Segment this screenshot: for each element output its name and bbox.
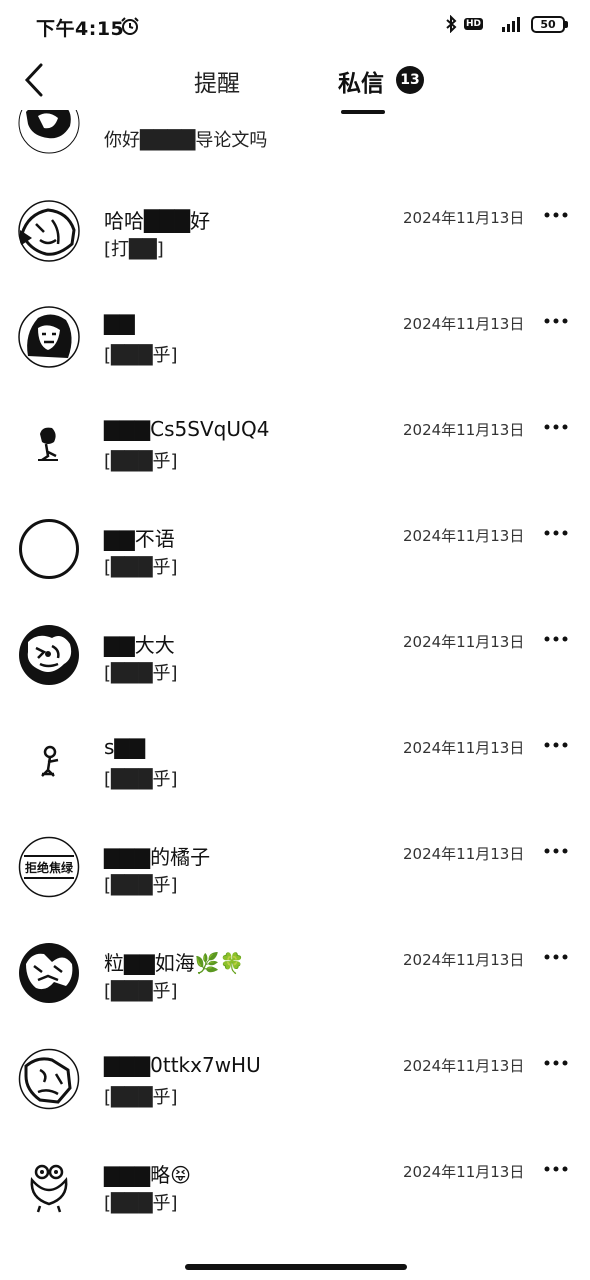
contact-name: 哈哈███好 bbox=[104, 209, 211, 233]
avatar bbox=[18, 518, 80, 580]
status-icons: HD 50 bbox=[445, 15, 568, 33]
alarm-icon bbox=[121, 17, 139, 35]
more-icon bbox=[544, 954, 568, 960]
more-icon bbox=[544, 1166, 568, 1172]
message-preview: [███乎] bbox=[104, 345, 178, 366]
contact-name: ▇▇不语 bbox=[104, 527, 175, 551]
avatar bbox=[18, 624, 80, 686]
message-date: 2024年11月13日 bbox=[403, 527, 525, 545]
contact-name: ▇▇ bbox=[104, 311, 135, 335]
more-options-button[interactable] bbox=[538, 942, 574, 972]
message-date: 2024年11月13日 bbox=[403, 1057, 525, 1075]
list-item[interactable]: 你好████导论文吗 bbox=[0, 110, 590, 160]
back-button[interactable] bbox=[14, 60, 54, 100]
avatar bbox=[18, 200, 80, 262]
avatar bbox=[18, 1154, 80, 1216]
chevron-left-icon bbox=[24, 63, 43, 97]
avatar bbox=[18, 730, 80, 792]
message-date: 2024年11月13日 bbox=[403, 209, 525, 227]
message-preview: [███乎] bbox=[104, 557, 178, 578]
more-options-button[interactable] bbox=[538, 1048, 574, 1078]
tab-direct-messages[interactable]: 私信 bbox=[338, 64, 384, 98]
list-item[interactable]: ▇▇大大 [███乎] 2024年11月13日 bbox=[0, 624, 590, 730]
contact-name: ▇▇▇0ttkx7wHU bbox=[104, 1053, 261, 1077]
more-options-button[interactable] bbox=[538, 1154, 574, 1184]
tab-remind[interactable]: 提醒 bbox=[194, 64, 240, 98]
message-date: 2024年11月13日 bbox=[403, 739, 525, 757]
signal-icon bbox=[502, 17, 520, 32]
more-icon bbox=[544, 424, 568, 430]
contact-name: s▇▇ bbox=[104, 735, 146, 759]
list-item[interactable]: s▇▇ [███乎] 2024年11月13日 bbox=[0, 730, 590, 836]
message-preview: [███乎] bbox=[104, 875, 178, 896]
more-icon bbox=[544, 318, 568, 324]
nav-bar: 提醒 私信 13 bbox=[0, 52, 590, 118]
battery-icon: 50 bbox=[531, 15, 568, 33]
list-item[interactable]: 哈哈███好 [打██] 2024年11月13日 bbox=[0, 200, 590, 306]
message-preview: [███乎] bbox=[104, 451, 178, 472]
message-list[interactable]: 你好████导论文吗 哈哈███好 [打██] 2024年11月13日 ▇▇ [… bbox=[0, 110, 590, 1260]
contact-name: ▇▇大大 bbox=[104, 633, 175, 657]
more-icon bbox=[544, 530, 568, 536]
list-item[interactable]: ▇▇▇0ttkx7wHU [███乎] 2024年11月13日 bbox=[0, 1048, 590, 1154]
message-date: 2024年11月13日 bbox=[403, 421, 525, 439]
more-options-button[interactable] bbox=[538, 518, 574, 548]
message-date: 2024年11月13日 bbox=[403, 1163, 525, 1181]
unread-badge: 13 bbox=[396, 66, 424, 94]
more-icon bbox=[544, 742, 568, 748]
list-item[interactable]: ▇▇不语 [███乎] 2024年11月13日 bbox=[0, 518, 590, 624]
list-item[interactable]: ▇▇ [███乎] 2024年11月13日 bbox=[0, 306, 590, 412]
more-options-button[interactable] bbox=[538, 200, 574, 230]
avatar bbox=[18, 306, 80, 368]
more-options-button[interactable] bbox=[538, 624, 574, 654]
message-preview: 你好████导论文吗 bbox=[104, 130, 268, 151]
message-preview: [███乎] bbox=[104, 1087, 178, 1108]
avatar: 拒绝焦绿 bbox=[18, 836, 80, 898]
avatar bbox=[18, 412, 80, 474]
more-icon bbox=[544, 848, 568, 854]
more-options-button[interactable] bbox=[538, 306, 574, 336]
list-item[interactable]: ▇▇▇略😝 [███乎] 2024年11月13日 bbox=[0, 1154, 590, 1260]
message-date: 2024年11月13日 bbox=[403, 951, 525, 969]
avatar bbox=[18, 110, 80, 154]
more-options-button[interactable] bbox=[538, 730, 574, 760]
avatar bbox=[18, 1048, 80, 1110]
message-date: 2024年11月13日 bbox=[403, 315, 525, 333]
more-options-button[interactable] bbox=[538, 836, 574, 866]
home-indicator[interactable] bbox=[185, 1264, 407, 1270]
list-item[interactable]: 拒绝焦绿 ▇▇▇的橘子 [███乎] 2024年11月13日 bbox=[0, 836, 590, 942]
message-preview: [███乎] bbox=[104, 1193, 178, 1214]
message-preview: [打██] bbox=[104, 239, 164, 260]
battery-level: 50 bbox=[531, 15, 565, 33]
list-item[interactable]: ▇▇▇Cs5SVqUQ4 [███乎] 2024年11月13日 bbox=[0, 412, 590, 518]
contact-name: ▇▇▇Cs5SVqUQ4 bbox=[104, 417, 270, 441]
more-options-button[interactable] bbox=[538, 412, 574, 442]
contact-name: 粒▇▇如海🌿🍀 bbox=[104, 951, 245, 975]
status-bar: 下午4:15 HD 50 bbox=[0, 0, 590, 52]
bluetooth-icon bbox=[446, 15, 457, 33]
contact-name: ▇▇▇略😝 bbox=[104, 1163, 191, 1187]
more-icon bbox=[544, 212, 568, 218]
more-icon bbox=[544, 1060, 568, 1066]
hd-icon: HD bbox=[463, 18, 483, 30]
status-time: 下午4:15 bbox=[36, 18, 125, 40]
more-icon bbox=[544, 636, 568, 642]
message-preview: [███乎] bbox=[104, 663, 178, 684]
message-date: 2024年11月13日 bbox=[403, 845, 525, 863]
message-preview: [███乎] bbox=[104, 981, 178, 1002]
list-item[interactable]: 粒▇▇如海🌿🍀 [███乎] 2024年11月13日 bbox=[0, 942, 590, 1048]
avatar bbox=[18, 942, 80, 1004]
message-date: 2024年11月13日 bbox=[403, 633, 525, 651]
contact-name: ▇▇▇的橘子 bbox=[104, 845, 211, 869]
message-preview: [███乎] bbox=[104, 769, 178, 790]
avatar-badge-text: 拒绝焦绿 bbox=[25, 860, 74, 875]
